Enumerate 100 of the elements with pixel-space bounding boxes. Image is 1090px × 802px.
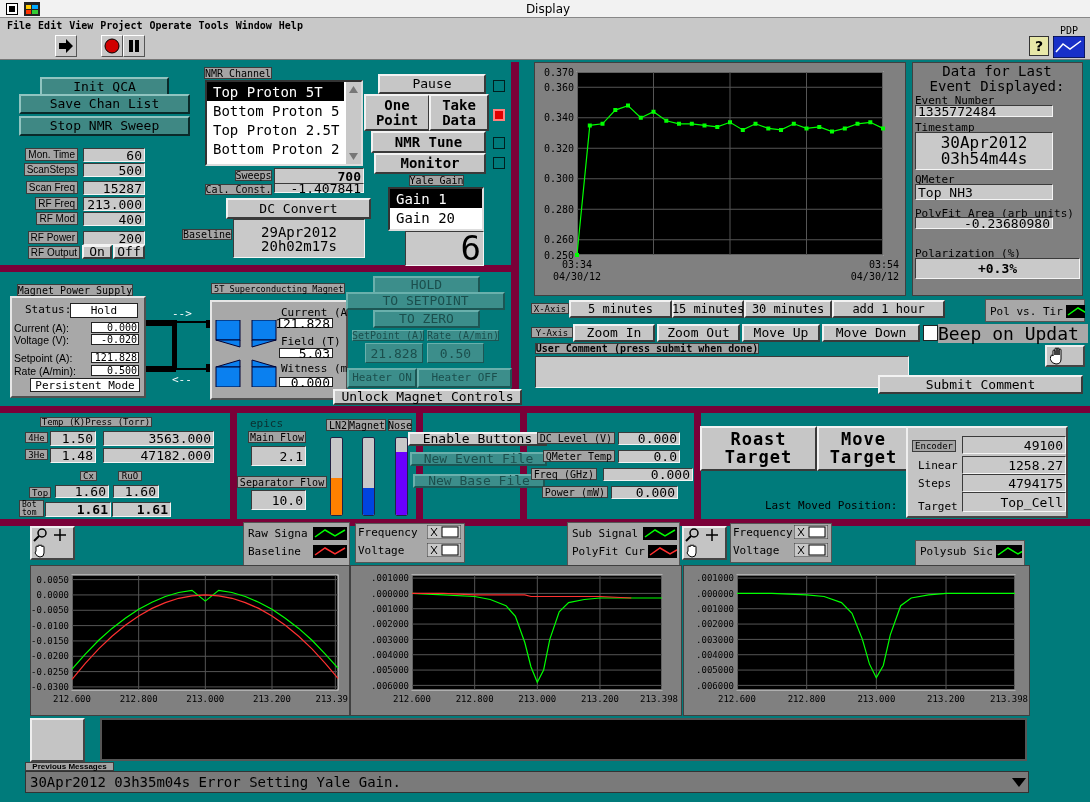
axis-tick-label: 213.200 [253,694,291,704]
axis-tick-label: .005000 [371,665,409,676]
convert-button[interactable]: DC Convert [226,198,371,219]
polarization-display: +0.3% [915,258,1080,279]
scale-format-icon[interactable] [794,543,828,557]
unlock-button[interactable]: Unlock Magnet Controls [333,389,522,405]
range-button[interactable]: add 1 hour [832,300,945,318]
toggle-button[interactable]: On [82,245,112,259]
numeric-field[interactable]: 213.000 [83,197,145,211]
menu-item[interactable]: Help [278,19,303,31]
axis-tick-label: .001000 [696,573,734,584]
numeric-field[interactable]: 700 [274,168,364,184]
dropdown-icon[interactable] [1012,778,1026,787]
menu-item[interactable]: Tools [198,19,229,31]
init-button[interactable]: Init QCA [40,77,169,97]
toggle-button[interactable]: Off [113,245,145,259]
scale-format-icon[interactable] [427,543,461,557]
channel-list[interactable]: Top Proton 5T Bottom Proton 5 Top Proton 2.5T Bottom Proton 2 [205,80,363,166]
value-display: 1335772484 [915,105,1053,117]
axis-button[interactable]: Zoom In [573,324,655,342]
axis-tick-label: 212.600 [718,694,756,704]
numeric-field[interactable]: 60 [83,148,145,162]
line-sample-icon [643,527,677,540]
numeric-field[interactable]: -1.407841 [274,183,364,193]
axis-tick-label: .001000 [371,573,409,584]
checkbox[interactable] [923,325,938,341]
value-display: 0.000 [91,322,139,333]
range-button[interactable]: 5 minutes [569,300,672,318]
pause-button[interactable] [123,34,145,57]
value-display: 0.0 [618,450,680,463]
legend-label: Pol vs. Tir [990,305,1063,318]
value-display: Top NH3 [915,184,1053,200]
comment-field[interactable] [535,356,909,388]
numeric-field[interactable]: 500 [83,163,145,177]
axis-tick-label: 03:34 [561,259,593,270]
axis-tick-label: .001000 [371,603,409,614]
mode-button[interactable]: NMR Tune [371,131,486,153]
one-point-button[interactable]: One Point [364,94,430,131]
menu-item[interactable]: View [69,19,94,31]
hand-icon[interactable] [34,544,48,558]
scale-label: Frequency [733,526,794,538]
scrollbar[interactable] [346,82,361,164]
pause-icon [128,38,140,53]
gain-list[interactable]: Gain 1 Gain 20 [388,187,484,231]
numeric-field[interactable]: 15287 [83,181,145,195]
axis-tick-label: 213.39 [315,694,348,704]
crosshair-icon[interactable] [53,528,67,542]
hand-icon[interactable] [686,544,700,558]
numeric-field[interactable]: 200 [83,231,145,245]
mode-button[interactable]: Monitor [374,153,486,174]
field-label: DC Level (V) [536,432,615,444]
menu-item[interactable]: Operate [149,19,192,31]
scale-format-icon[interactable] [794,525,828,539]
scale-label: Voltage [733,544,781,556]
field-label: Main Flow [248,431,306,443]
stop-button[interactable]: Stop NMR Sweep [19,116,190,136]
range-button[interactable]: 30 minutes [744,300,832,318]
numeric-field[interactable]: 400 [83,212,145,226]
axis-date-label: 04/30/12 [552,271,602,282]
target-button[interactable]: Roast Target [700,426,817,471]
field-label: Encoder [912,440,956,452]
list-item[interactable]: Gain 1 [390,189,482,208]
axis-button[interactable]: Zoom Out [657,324,740,342]
message-button[interactable] [30,718,85,762]
magnet-coil-drawing [215,320,277,387]
axis-button[interactable]: Move Up [742,324,820,342]
axis-tick-label: 0.250 [543,249,574,261]
abort-button[interactable] [101,34,123,57]
field-label: X-Axis [531,303,569,314]
field-label: Sweeps [235,170,272,181]
mode-button[interactable]: Take Data [429,94,489,131]
pause-button[interactable]: Pause [378,74,486,94]
help-button[interactable]: ? [1029,35,1049,56]
field-label: Current (A): [14,322,70,333]
run-button[interactable] [55,34,77,57]
list-item[interactable]: Top Proton 5T [207,82,344,101]
axis-tick-label: 213.398 [990,694,1028,704]
value-display: 121.828 [91,352,139,363]
scale-format-icon[interactable] [427,525,461,539]
value-display: 0.000 [611,486,678,499]
value-display: 1.60 [113,485,159,498]
crosshair-icon[interactable] [705,528,719,542]
menu-item[interactable]: Edit [38,19,63,31]
field-label: Status: [25,303,70,315]
window-menu-icon[interactable] [6,2,18,15]
menu-item[interactable]: Window [235,19,272,31]
zoom-icon[interactable] [33,528,49,542]
zoom-icon[interactable] [685,528,701,542]
menu-item[interactable]: File [7,19,32,31]
save-button[interactable]: Save Chan List [19,94,190,114]
axis-tick-label: 213.000 [186,694,225,704]
field-label: Top [29,487,51,498]
field-label: RF Freq [35,197,78,210]
menu-item[interactable]: Project [100,19,143,31]
submit-button[interactable]: Submit Comment [878,375,1083,394]
axis-tick-label: .005000 [696,665,734,676]
axis-button[interactable]: Move Down [822,324,920,342]
axis-tick-label: -0.0300 [31,682,69,693]
scale-label: Frequency [358,526,419,538]
message-field[interactable]: 30Apr2012 03h35m04s Error Setting Yale Gain. [25,771,1029,793]
